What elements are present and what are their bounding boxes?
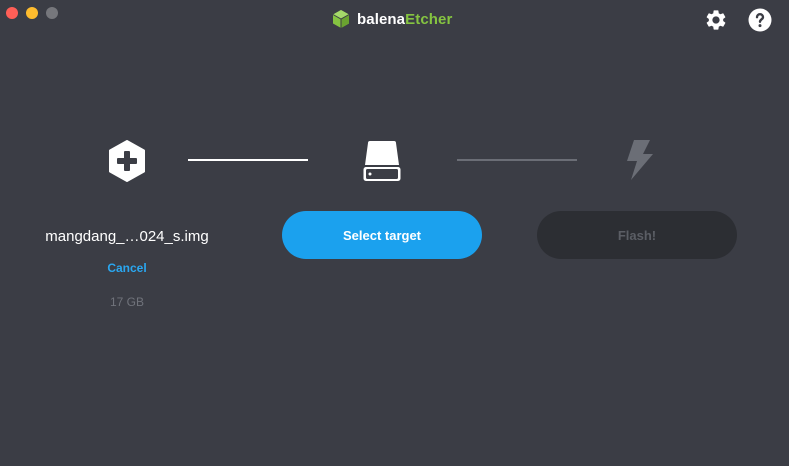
- image-size: 17 GB: [109, 295, 145, 309]
- settings-button[interactable]: [704, 8, 728, 32]
- etcher-window: balenaEtcher mangdang_…024_s.img Cancel …: [0, 0, 789, 466]
- select-target-button[interactable]: Select target: [282, 211, 482, 259]
- balena-cube-icon: [332, 10, 350, 28]
- selected-image-filename: mangdang_…024_s.img: [45, 228, 209, 245]
- step-connector-1: [188, 159, 308, 161]
- flash-step-icon-wrapper: [626, 139, 654, 186]
- image-step-icon-wrapper: [107, 140, 147, 187]
- help-icon: [748, 8, 772, 32]
- target-step-icon-wrapper: [362, 139, 402, 188]
- maximize-window-button[interactable]: [46, 7, 58, 19]
- flash-button[interactable]: Flash!: [537, 211, 737, 259]
- step-connector-2: [457, 159, 577, 161]
- app-logo: balenaEtcher: [331, 9, 452, 29]
- minimize-window-button[interactable]: [26, 7, 38, 19]
- cancel-image-link[interactable]: Cancel: [28, 261, 226, 275]
- help-button[interactable]: [748, 8, 772, 32]
- close-window-button[interactable]: [6, 7, 18, 19]
- plus-hexagon-icon: [109, 140, 145, 182]
- drive-icon: [363, 141, 401, 181]
- lightning-icon: [627, 140, 653, 180]
- app-name: balenaEtcher: [357, 10, 453, 28]
- gear-icon: [706, 10, 726, 30]
- window-controls: [6, 7, 58, 19]
